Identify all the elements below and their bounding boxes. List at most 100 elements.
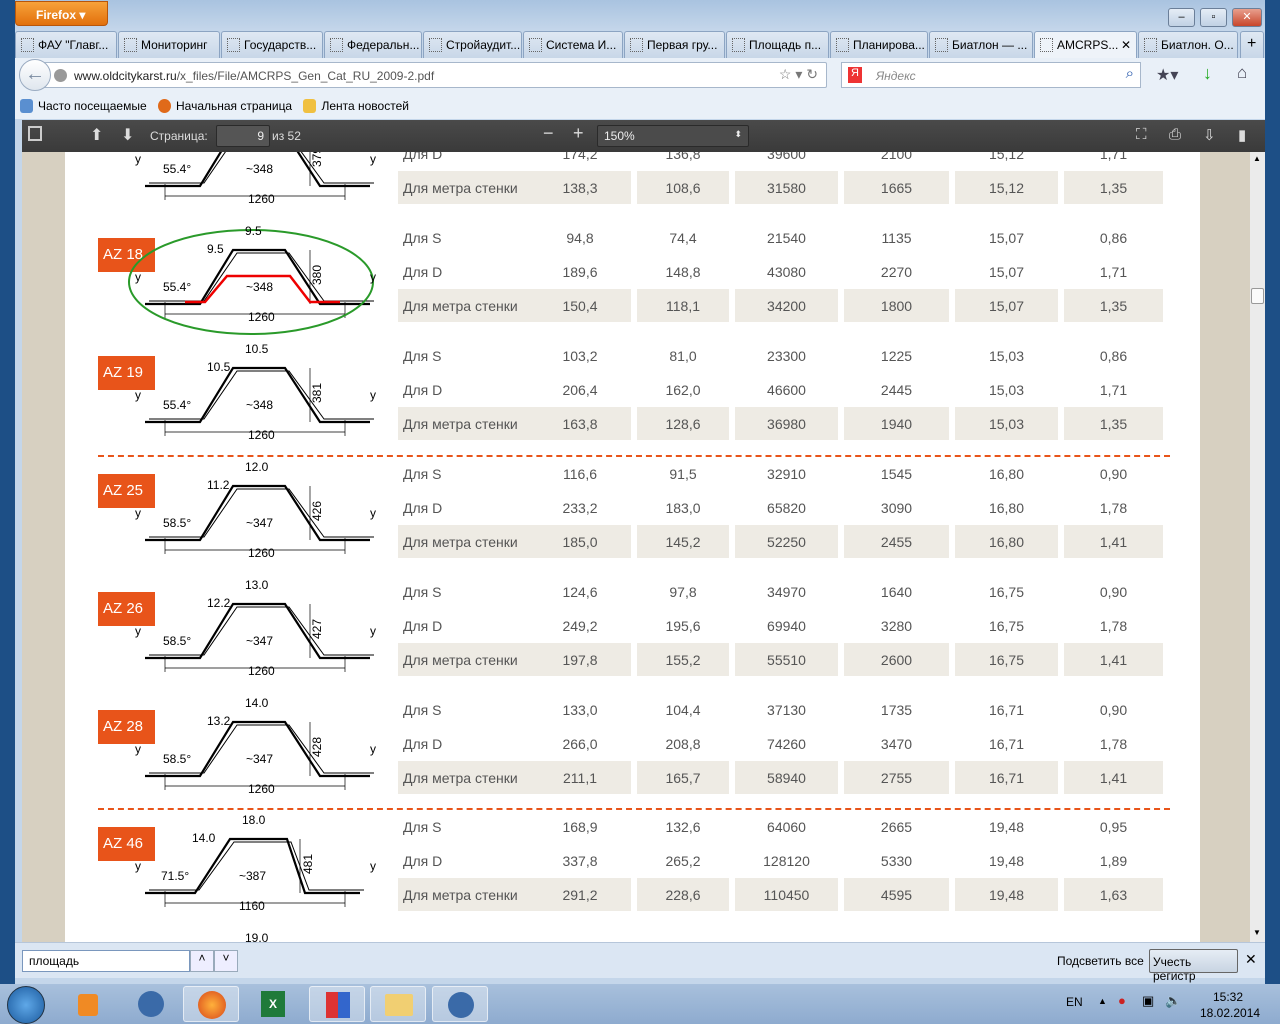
show-hidden-icons[interactable]: ▲: [1098, 996, 1107, 1006]
web-thickness-label: 9.5: [207, 242, 224, 256]
taskbar-thunderbird-2[interactable]: [432, 986, 488, 1022]
clock-time[interactable]: 15:32: [1213, 990, 1243, 1004]
url-bar[interactable]: www.oldcitykarst.ru/x_files/File/AMCRPS_…: [41, 62, 827, 88]
back-button[interactable]: ←: [19, 59, 51, 91]
clock-date[interactable]: 18.02.2014: [1200, 1006, 1260, 1020]
pdf-toolbar: ⬆ ⬇ Страница: 9 из 52 − + 150% ⬍ ⛶ ⎙ ⇩ ▮: [22, 120, 1265, 152]
tab-5[interactable]: Система И...: [523, 31, 623, 58]
close-tab-icon[interactable]: ✕: [1121, 38, 1131, 52]
taskbar-firefox[interactable]: [183, 986, 239, 1022]
tab-10[interactable]: AMCRPS... ✕: [1034, 31, 1137, 58]
table-cell: 1665: [844, 171, 949, 204]
pdf-page: 55.4° ~348 379 1260 y y Для D 174,2 136,8 39600 21…: [65, 152, 1200, 942]
print-icon[interactable]: ⎙: [1169, 126, 1181, 143]
reload-icon[interactable]: ☆ ▾ ↻: [779, 66, 818, 83]
tab-8[interactable]: Планирова...: [830, 31, 928, 58]
minimize-button[interactable]: –: [1168, 8, 1195, 27]
table-cell: 16,71: [988, 702, 1025, 718]
table-row-label: Для метра стенки: [398, 289, 531, 322]
table-cell: 103,2: [562, 348, 598, 364]
tab-0[interactable]: ФАУ "Главг...: [15, 31, 117, 58]
tab-9[interactable]: Биатлон — ...: [929, 31, 1033, 58]
taskbar-thunderbird[interactable]: [123, 986, 179, 1022]
table-cell: 1640: [880, 584, 913, 600]
find-next-button[interactable]: ˅: [214, 950, 238, 972]
tab-label: AMCRPS...: [1057, 38, 1119, 52]
new-tab-button[interactable]: +: [1240, 31, 1264, 58]
search-icon[interactable]: ⌕: [1126, 65, 1134, 82]
vertical-scrollbar[interactable]: ▲ ▼: [1250, 152, 1265, 942]
highlight-all-button[interactable]: Подсветить все: [1057, 954, 1144, 968]
firefox-icon: [158, 99, 171, 113]
find-input[interactable]: площадь: [22, 950, 190, 972]
table-cell: 3090: [880, 500, 913, 516]
sidebar-toggle-icon[interactable]: [28, 126, 42, 141]
taskbar-media-player[interactable]: [60, 986, 116, 1022]
table-cell: 3470: [880, 736, 913, 752]
tab-2[interactable]: Государств...: [221, 31, 323, 58]
tray-security-icon[interactable]: ●: [1118, 993, 1126, 1008]
favicon-icon: [935, 38, 948, 52]
taskbar-app[interactable]: [309, 986, 365, 1022]
table-cell: 150,4: [529, 289, 631, 322]
tab-6[interactable]: Первая гру...: [624, 31, 725, 58]
mid-width-label: ~347: [246, 634, 274, 648]
page-label: Страница:: [150, 129, 208, 143]
favicon-icon: [1144, 38, 1157, 52]
previous-page-icon[interactable]: ⬆: [90, 125, 103, 145]
search-input[interactable]: Я Яндекс ⌕: [841, 62, 1141, 88]
close-findbar-icon[interactable]: ✕: [1245, 951, 1257, 968]
table-row-label: Для метра стенки: [398, 407, 531, 440]
profile-outline: [145, 484, 370, 542]
zoom-select[interactable]: 150% ⬍: [597, 125, 749, 147]
bookmarks-menu-icon[interactable]: ★▾: [1156, 65, 1178, 85]
scroll-down-icon[interactable]: ▼: [1253, 928, 1261, 937]
close-window-button[interactable]: ✕: [1232, 8, 1262, 27]
bookmark-most-visited[interactable]: Часто посещаемые: [20, 99, 147, 113]
volume-icon[interactable]: 🔈: [1165, 993, 1181, 1009]
tab-label: Планирова...: [853, 38, 925, 52]
tab-4[interactable]: Стройаудит...: [423, 31, 522, 58]
table-cell: 58940: [735, 761, 838, 794]
bookmark-start-page[interactable]: Начальная страница: [158, 99, 292, 113]
tab-7[interactable]: Площадь п...: [726, 31, 829, 58]
profile-outline: [145, 366, 370, 424]
table-cell: 2455: [844, 525, 949, 558]
scrollbar-thumb[interactable]: [1251, 288, 1264, 304]
fullscreen-icon[interactable]: ⛶: [1136, 126, 1147, 143]
table-cell: 337,8: [562, 853, 598, 869]
tab-1[interactable]: Мониторинг: [118, 31, 220, 58]
next-page-icon[interactable]: ⬇: [121, 125, 134, 145]
firefox-menu-button[interactable]: Firefox ▾: [15, 1, 108, 26]
zoom-in-button[interactable]: +: [573, 123, 584, 144]
tab-11[interactable]: Биатлон. О...: [1138, 31, 1238, 58]
table-cell: 136,8: [665, 152, 701, 162]
table-cell: 4595: [844, 878, 949, 911]
bookmark-icon[interactable]: ▮: [1238, 126, 1246, 144]
search-placeholder: Яндекс: [876, 69, 916, 83]
tab-3[interactable]: Федеральн...: [324, 31, 422, 58]
height-label: 428: [310, 736, 325, 758]
find-previous-button[interactable]: ˄: [190, 950, 214, 972]
page-number-input[interactable]: 9: [216, 125, 270, 147]
maximize-button[interactable]: ▫: [1200, 8, 1227, 27]
table-cell: 1,41: [1064, 761, 1163, 794]
profile-outline: [145, 720, 370, 778]
profile-outline: [145, 837, 360, 895]
save-icon[interactable]: ⇩: [1203, 126, 1216, 144]
scroll-up-icon[interactable]: ▲: [1253, 154, 1261, 163]
home-icon[interactable]: ⌂: [1237, 63, 1247, 83]
download-icon[interactable]: ↓: [1203, 63, 1212, 84]
start-button[interactable]: [7, 986, 45, 1024]
zoom-out-button[interactable]: −: [543, 123, 554, 144]
bookmark-news-feed[interactable]: Лента новостей: [303, 99, 409, 113]
network-icon[interactable]: ▣: [1142, 993, 1154, 1009]
taskbar-excel[interactable]: X: [245, 986, 301, 1022]
flange-thickness-label: 19.0: [245, 931, 269, 942]
web-thickness-label: 14.0: [192, 831, 216, 845]
table-row-label: Для D: [403, 736, 443, 752]
favicon-icon: [124, 38, 137, 52]
match-case-toggle[interactable]: Учесть регистр: [1149, 949, 1238, 983]
taskbar-explorer[interactable]: [370, 986, 426, 1022]
language-indicator[interactable]: EN: [1066, 995, 1083, 1009]
